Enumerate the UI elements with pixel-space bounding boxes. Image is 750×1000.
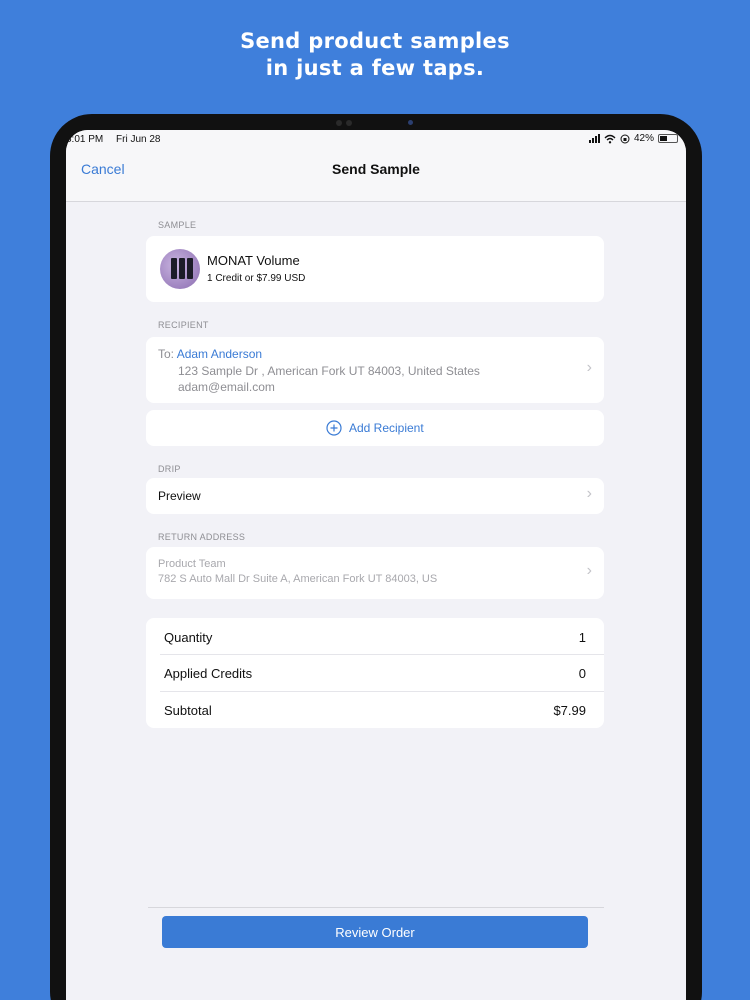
battery-icon [658,134,678,143]
order-summary-card: Quantity 1 Applied Credits 0 Subtotal $7… [146,618,604,728]
sample-card[interactable]: MONAT Volume 1 Credit or $7.99 USD [146,236,604,302]
applied-credits-value: 0 [578,666,586,681]
row-divider [160,654,604,655]
product-name: MONAT Volume [207,253,300,268]
screen: 5:01 PM Fri Jun 28 42% Cancel Send Sampl… [66,130,686,1000]
summary-row-applied-credits: Applied Credits 0 [164,666,586,681]
battery-percentage: 42% [633,133,654,144]
cellular-signal-icon [588,134,600,143]
return-address-line: 782 S Auto Mall Dr Suite A, American For… [158,573,438,585]
sensor-dot [336,120,342,126]
drip-preview-row[interactable]: Preview › [146,478,604,514]
recipient-address: 123 Sample Dr , American Fork UT 84003, … [178,364,480,378]
marketing-headline: Send product samples in just a few taps. [0,28,750,82]
product-price: 1 Credit or $7.99 USD [207,273,306,284]
review-order-button[interactable]: Review Order [162,916,588,948]
chevron-right-icon: › [586,359,592,376]
return-address-name: Product Team [158,558,226,570]
sensor-dot [346,120,352,126]
chevron-right-icon: › [586,562,592,579]
page-title: Send Sample [332,161,420,177]
recipient-card[interactable]: To: Adam Anderson 123 Sample Dr , Americ… [146,337,604,403]
recipient-name: Adam Anderson [176,347,263,361]
applied-credits-label: Applied Credits [164,666,253,681]
tablet-frame: 5:01 PM Fri Jun 28 42% Cancel Send Sampl… [50,114,702,1000]
return-address-card[interactable]: Product Team 782 S Auto Mall Dr Suite A,… [146,547,604,599]
recipient-to-line: To: Adam Anderson [158,347,262,361]
status-time: 5:01 PM [66,134,104,145]
footer-divider [148,907,604,908]
plus-circle-icon [326,420,342,436]
section-label-sample: SAMPLE [158,220,197,230]
add-recipient-button[interactable]: Add Recipient [146,410,604,446]
add-recipient-row: Add Recipient [146,420,604,436]
status-bar: 5:01 PM Fri Jun 28 42% [66,130,686,152]
status-indicators: 42% [588,133,678,144]
section-label-recipient: RECIPIENT [158,320,209,330]
recipient-to-prefix: To: [158,347,175,361]
orientation-lock-icon [620,134,630,143]
chevron-right-icon: › [586,485,592,502]
drip-preview-label: Preview [158,489,201,503]
subtotal-value: $7.99 [553,703,586,718]
navigation-bar: Cancel Send Sample [66,152,686,202]
wifi-icon [604,134,616,143]
headline-line-2: in just a few taps. [265,56,485,80]
camera-lens [408,120,413,125]
add-recipient-label: Add Recipient [348,421,424,435]
recipient-email: adam@email.com [178,380,275,394]
quantity-label: Quantity [164,630,213,645]
quantity-value: 1 [578,630,586,645]
section-label-drip: DRIP [158,464,181,474]
headline-line-1: Send product samples [240,29,510,53]
subtotal-label: Subtotal [164,703,212,718]
row-divider [160,691,604,692]
summary-row-subtotal: Subtotal $7.99 [164,703,586,718]
summary-row-quantity: Quantity 1 [164,630,586,645]
section-label-return-address: RETURN ADDRESS [158,532,246,542]
product-thumbnail [160,249,200,289]
status-date: Fri Jun 28 [116,134,161,145]
